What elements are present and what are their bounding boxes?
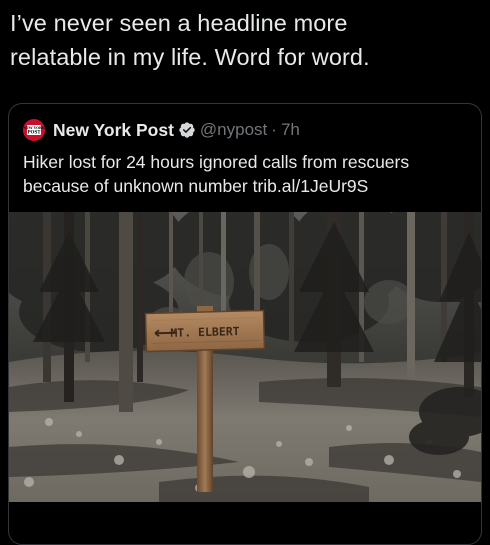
tweet-text-line-1: Hiker lost for 24 hours ignored calls fr…: [23, 152, 410, 172]
author-handle[interactable]: @nypost: [200, 120, 267, 140]
verified-badge-icon: [178, 121, 196, 139]
caption-line-1: I’ve never seen a headline more: [10, 10, 348, 36]
tweet-timestamp[interactable]: 7h: [281, 120, 300, 140]
new-york-post-logo[interactable]: NEW YORK POST: [23, 119, 45, 141]
quoted-tweet-card[interactable]: NEW YORK POST New York Post @nypost · 7h…: [8, 103, 482, 545]
tweet-text-line-2: because of unknown number trib.al/1JeUr9…: [23, 176, 369, 196]
quoted-tweet-text: Hiker lost for 24 hours ignored calls fr…: [23, 150, 463, 198]
svg-text:POST: POST: [28, 129, 42, 134]
forest-trail-photo: MT. ELBERT: [9, 212, 481, 502]
caption-line-2: relatable in my life. Word for word.: [10, 44, 370, 70]
separator-dot: ·: [271, 120, 277, 139]
author-name[interactable]: New York Post: [53, 120, 174, 141]
quoted-tweet-header: NEW YORK POST New York Post @nypost · 7h: [23, 118, 300, 142]
tweet-photo[interactable]: MT. ELBERT: [9, 212, 481, 502]
sign-text: MT. ELBERT: [170, 324, 240, 340]
caption-text: I’ve never seen a headline more relatabl…: [10, 6, 480, 74]
